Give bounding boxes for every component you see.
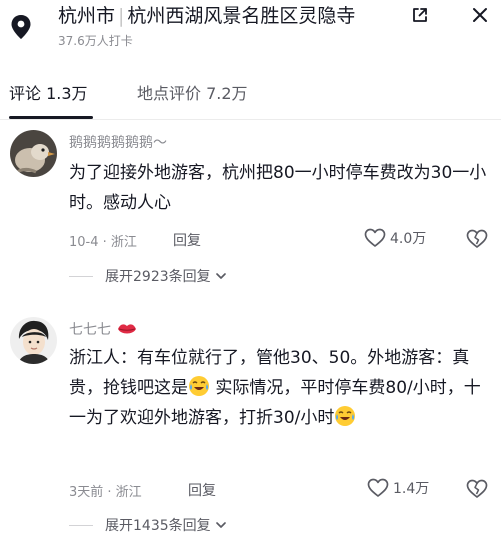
tab-place-reviews[interactable]: 地点评价 7.2万 — [137, 80, 248, 104]
avatar-image — [10, 130, 57, 177]
tab-comments[interactable]: 评论 1.3万 — [9, 80, 88, 104]
expand-divider-line — [69, 275, 93, 277]
like-button[interactable]: 4.0万 — [364, 228, 426, 248]
reply-button[interactable]: 回复 — [188, 480, 216, 500]
share-icon — [413, 8, 427, 22]
crying-laughing-emoji — [189, 376, 209, 396]
broken-heart-icon — [466, 229, 488, 248]
username-text: 七七七 — [69, 322, 111, 338]
expand-replies-button[interactable]: 展开2923条回复 — [69, 266, 228, 286]
active-tab-indicator — [9, 116, 93, 119]
dislike-button[interactable] — [466, 229, 488, 253]
heart-icon — [367, 478, 389, 497]
avatar[interactable] — [10, 317, 57, 364]
chevron-down-icon — [215, 273, 226, 279]
lips-icon — [118, 324, 137, 334]
crying-laughing-emoji — [335, 406, 356, 426]
close-icon — [473, 8, 487, 22]
expand-replies-label: 展开2923条回复 — [105, 269, 211, 285]
avatar-image — [10, 317, 57, 364]
chevron-down-icon — [215, 522, 226, 528]
location-header: 杭州市 | 杭州西湖风景名胜区灵隐寺 37.6万人打卡 — [0, 0, 501, 62]
page-title[interactable]: 杭州市 | 杭州西湖风景名胜区灵隐寺 — [58, 4, 355, 28]
comment-text: 为了迎接外地游客，杭州把80一小时停车费改为30一小时。感动人心 — [69, 163, 487, 213]
like-count: 1.4万 — [393, 481, 430, 497]
city-name: 杭州市 — [58, 5, 116, 27]
like-count: 4.0万 — [390, 231, 427, 247]
like-button[interactable]: 1.4万 — [367, 478, 429, 498]
comment-username[interactable]: 七七七 — [69, 319, 137, 339]
place-name: 杭州西湖风景名胜区灵隐寺 — [127, 5, 356, 27]
comment-date-location: 10-4 · 浙江 — [69, 235, 137, 250]
broken-heart-icon — [466, 479, 488, 498]
location-pin-icon — [11, 15, 31, 39]
share-button[interactable] — [405, 0, 435, 30]
comment-text: 浙江人：有车位就行了，管他30、50。外地游客：真贵，抢钱吧这是 实际情况，平时… — [69, 343, 494, 433]
reply-button[interactable]: 回复 — [173, 230, 201, 250]
comment-date-location: 3天前 · 浙江 — [69, 485, 142, 500]
title-separator: | — [118, 5, 125, 27]
heart-icon — [364, 228, 386, 247]
expand-replies-button[interactable]: 展开1435条回复 — [69, 515, 228, 535]
avatar[interactable] — [10, 130, 57, 177]
expand-divider-line — [69, 524, 93, 526]
checkin-count: 37.6万人打卡 — [58, 34, 133, 48]
close-button[interactable] — [465, 0, 495, 30]
comment-tabs: 评论 1.3万 地点评价 7.2万 — [0, 72, 501, 120]
dislike-button[interactable] — [466, 479, 488, 503]
comment-username[interactable]: 鹅鹅鹅鹅鹅鹅～ — [69, 132, 167, 152]
expand-replies-label: 展开1435条回复 — [105, 518, 211, 534]
